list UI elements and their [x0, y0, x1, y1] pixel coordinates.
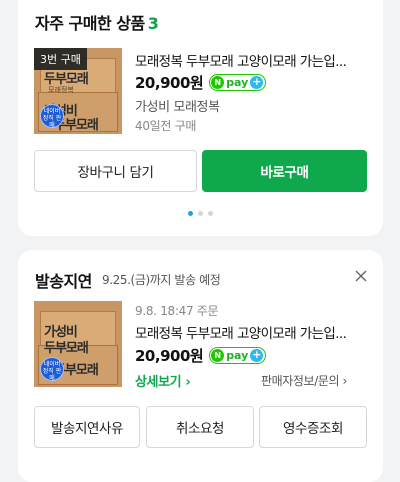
shipping-delay-card: 발송지연 9.25.(금)까지 발송 예정 가성비 두부모래 두부모래 네이버 … [18, 250, 383, 482]
seal-stamp: 네이버 정직 판매 [40, 104, 64, 129]
section-title: 발송지연 [35, 272, 92, 291]
naver-n-icon: N [211, 349, 225, 362]
add-to-cart-button[interactable]: 장바구니 담기 [34, 150, 197, 192]
carousel-pagination [18, 211, 383, 216]
frequent-purchase-card: 자주 구매한 상품3 두부모래 가성비 두부모래 모래정복 네이버 정직 판매 … [18, 0, 383, 236]
seal-stamp: 네이버 정직 판매 [40, 357, 64, 382]
product-thumbnail[interactable]: 두부모래 가성비 두부모래 모래정복 네이버 정직 판매 3번 구매 [34, 48, 122, 134]
store-name[interactable]: 가성비 모래정복 [135, 96, 220, 115]
thumb-text: 두부모래 [44, 341, 89, 356]
seller-info-link[interactable]: 판매자정보/문의 › [261, 372, 347, 389]
order-date: 9.8. 18:47 주문 [135, 304, 219, 318]
expected-ship-date: 9.25.(금)까지 발송 예정 [102, 273, 221, 287]
naver-n-icon: N [211, 76, 225, 89]
product-price: 20,900원 [135, 347, 204, 365]
npay-label: pay [226, 349, 249, 362]
cancel-request-button[interactable]: 취소요청 [146, 406, 254, 448]
buy-now-button[interactable]: 바로구매 [202, 150, 367, 192]
delay-reason-button[interactable]: 발송지연사유 [34, 406, 140, 448]
close-icon[interactable] [353, 268, 369, 284]
product-name[interactable]: 모래정복 두부모래 고양이모래 가는입... [135, 322, 360, 342]
page-dot[interactable] [198, 211, 203, 216]
page-dot[interactable] [208, 211, 213, 216]
receipt-button[interactable]: 영수증조회 [259, 406, 367, 448]
section-title-text: 자주 구매한 상품 [35, 14, 145, 33]
detail-link[interactable]: 상세보기 › [135, 371, 191, 390]
page-dot-active[interactable] [188, 211, 193, 216]
npay-badge: N pay + [209, 347, 267, 364]
product-name[interactable]: 모래정복 두부모래 고양이모래 가는입... [135, 50, 360, 70]
product-thumbnail[interactable]: 가성비 두부모래 두부모래 네이버 정직 판매 [34, 301, 122, 387]
plus-icon: + [250, 348, 264, 362]
purchase-time: 40일전 구매 [135, 119, 197, 133]
item-count: 3 [147, 14, 159, 33]
section-title: 자주 구매한 상품 3 [35, 10, 159, 34]
thumb-subtext: 모래정복 [48, 86, 74, 94]
purchase-count-badge: 3번 구매 [34, 48, 87, 70]
price-row: 20,900원 N pay + [135, 72, 267, 93]
plus-icon: + [250, 75, 264, 89]
npay-label: pay [226, 76, 249, 89]
npay-badge: N pay + [209, 74, 267, 91]
product-price: 20,900원 [135, 74, 204, 92]
price-row: 20,900원 N pay + [135, 345, 267, 366]
